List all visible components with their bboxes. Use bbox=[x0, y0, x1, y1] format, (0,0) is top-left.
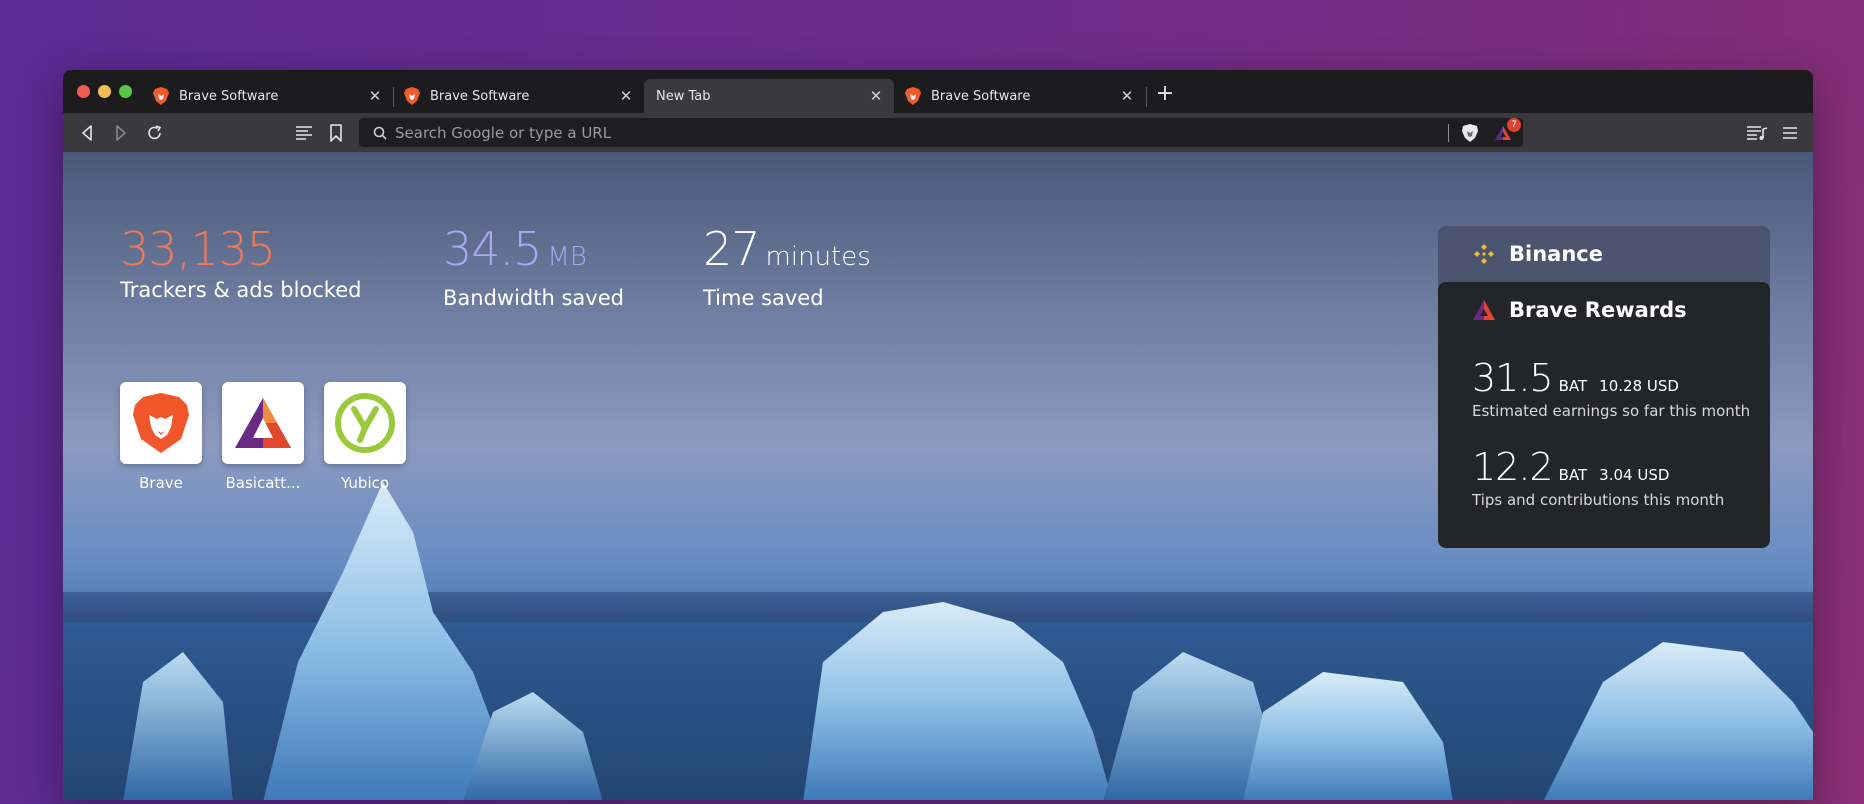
brave-lion-icon bbox=[133, 393, 189, 453]
window-minimize-button[interactable] bbox=[98, 85, 111, 98]
brave-favicon-icon bbox=[153, 87, 169, 105]
search-icon bbox=[365, 126, 395, 140]
tab-strip: Brave Software ✕ Brave Software ✕ New Ta… bbox=[63, 70, 1813, 113]
bandwidth-unit: MB bbox=[547, 242, 587, 272]
url-input[interactable] bbox=[395, 123, 1448, 142]
forward-icon[interactable] bbox=[110, 122, 132, 144]
tips-bat-unit: BAT bbox=[1558, 466, 1588, 484]
tab-4[interactable]: Brave Software ✕ bbox=[895, 79, 1145, 113]
top-site-icon-box[interactable] bbox=[222, 382, 304, 464]
tab-2[interactable]: Brave Software ✕ bbox=[394, 79, 644, 113]
close-tab-icon[interactable]: ✕ bbox=[367, 87, 383, 105]
tips-block: 12.2 BAT 3.04 USD Tips and contributions t… bbox=[1472, 445, 1724, 509]
earnings-bat-unit: BAT bbox=[1558, 377, 1588, 395]
address-bar[interactable]: 7 bbox=[359, 117, 1523, 147]
playlist-icon[interactable] bbox=[1746, 122, 1768, 144]
brave-favicon-icon bbox=[404, 87, 420, 105]
tips-bat-value: 12.2 bbox=[1472, 445, 1554, 489]
back-icon[interactable] bbox=[76, 122, 98, 144]
toolbar: 7 bbox=[63, 113, 1813, 152]
window-maximize-button[interactable] bbox=[119, 85, 132, 98]
browser-window: Brave Software ✕ Brave Software ✕ New Ta… bbox=[63, 70, 1813, 800]
tips-usd-value: 3.04 USD bbox=[1599, 466, 1670, 484]
rewards-badge: 7 bbox=[1507, 117, 1521, 132]
rewards-header: Brave Rewards bbox=[1472, 298, 1687, 322]
bat-triangle-icon bbox=[235, 398, 291, 448]
earnings-bat-value: 31.5 bbox=[1472, 356, 1554, 400]
close-tab-icon[interactable]: ✕ bbox=[868, 87, 884, 105]
url-divider bbox=[1448, 123, 1449, 142]
close-tab-icon[interactable]: ✕ bbox=[618, 87, 634, 105]
top-site-name: Basicatt... bbox=[225, 474, 301, 492]
tab-title: Brave Software bbox=[430, 88, 530, 104]
bandwidth-stat: 34.5 MB Bandwidth saved bbox=[443, 222, 624, 310]
earnings-description: Estimated earnings so far this month bbox=[1472, 402, 1751, 420]
brave-shields-icon[interactable] bbox=[1459, 122, 1481, 144]
bandwidth-value: 34.5 bbox=[443, 222, 542, 276]
top-site-name: Brave bbox=[139, 474, 183, 492]
tab-title: New Tab bbox=[656, 88, 711, 104]
top-site-icon-box[interactable] bbox=[120, 382, 202, 464]
time-unit: minutes bbox=[765, 242, 871, 272]
close-tab-icon[interactable]: ✕ bbox=[1119, 87, 1135, 105]
brave-favicon-icon bbox=[905, 87, 921, 105]
tab-separator bbox=[1146, 87, 1147, 107]
menu-hamburger-icon[interactable] bbox=[1779, 122, 1801, 144]
reader-mode-icon[interactable] bbox=[293, 122, 315, 144]
tab-3-active[interactable]: New Tab ✕ bbox=[644, 79, 894, 113]
trackers-stat: 33,135 Trackers & ads blocked bbox=[120, 222, 361, 302]
top-site-icon-box[interactable] bbox=[324, 382, 406, 464]
tab-1[interactable]: Brave Software ✕ bbox=[143, 79, 393, 113]
brave-rewards-icon[interactable]: 7 bbox=[1491, 117, 1521, 144]
trackers-count: 33,135 bbox=[120, 222, 276, 276]
earnings-block: 31.5 BAT 10.28 USD Estimated earnings so f… bbox=[1472, 356, 1750, 420]
new-tab-page: 33,135 Trackers & ads blocked 34.5 MB Ban… bbox=[63, 152, 1813, 800]
tips-description: Tips and contributions this month bbox=[1472, 491, 1725, 509]
brave-rewards-widget[interactable]: Brave Rewards 31.5 BAT 10.28 USD Estimated… bbox=[1438, 282, 1770, 548]
reload-icon[interactable] bbox=[144, 122, 166, 144]
time-value: 27 bbox=[703, 222, 761, 276]
bandwidth-label: Bandwidth saved bbox=[443, 286, 624, 310]
top-site-brave[interactable]: Brave bbox=[120, 382, 202, 492]
tab-title: Brave Software bbox=[931, 88, 1031, 104]
time-label: Time saved bbox=[703, 286, 824, 310]
bookmark-icon[interactable] bbox=[325, 122, 347, 144]
time-stat: 27 minutes Time saved bbox=[703, 222, 871, 310]
binance-icon bbox=[1472, 242, 1496, 266]
binance-title: Binance bbox=[1509, 242, 1603, 266]
earnings-usd-value: 10.28 USD bbox=[1599, 377, 1679, 395]
bat-logo-icon bbox=[1472, 298, 1496, 322]
yubico-icon bbox=[335, 393, 395, 453]
top-site-yubico[interactable]: Yubico bbox=[324, 382, 406, 492]
window-close-button[interactable] bbox=[77, 85, 90, 98]
trackers-label: Trackers & ads blocked bbox=[120, 278, 362, 302]
top-site-name: Yubico bbox=[340, 474, 390, 492]
top-site-basicattention[interactable]: Basicatt... bbox=[222, 382, 304, 492]
tab-title: Brave Software bbox=[179, 88, 279, 104]
new-tab-plus-icon[interactable]: + bbox=[1153, 82, 1177, 106]
binance-header: Binance bbox=[1472, 242, 1603, 266]
rewards-title: Brave Rewards bbox=[1509, 298, 1687, 322]
